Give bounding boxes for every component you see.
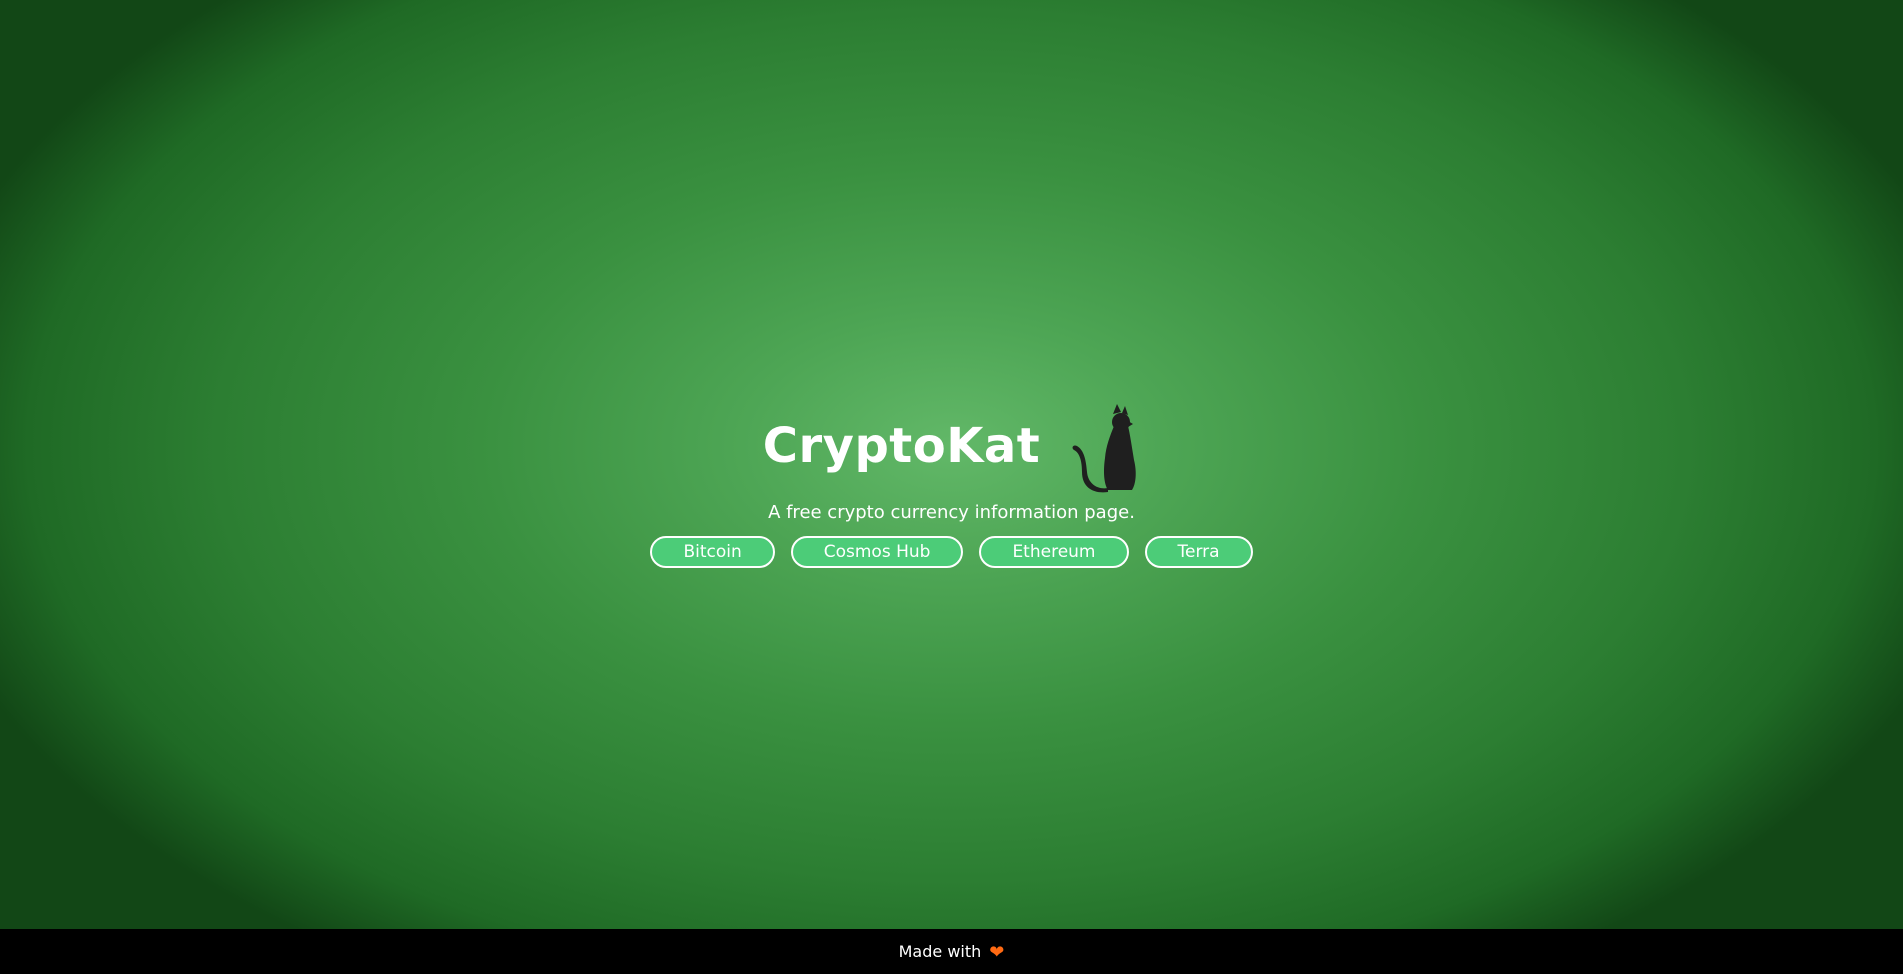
footer-text: Made with [898,942,982,961]
brand-header: CryptoKat [0,400,1903,496]
heart-icon: ❤ [989,941,1005,963]
footer: Made with ❤ [0,929,1903,974]
ethereum-button[interactable]: Ethereum [979,536,1129,568]
coin-nav: Bitcoin Cosmos Hub Ethereum Terra [0,536,1903,568]
site-title: CryptoKat [762,418,1041,474]
cat-silhouette-icon [1070,402,1140,494]
hero-section: CryptoKat A free crypto currency informa… [0,0,1903,929]
cosmos-hub-button[interactable]: Cosmos Hub [790,536,964,568]
page: CryptoKat A free crypto currency informa… [0,0,1903,974]
terra-button[interactable]: Terra [1144,536,1253,568]
bitcoin-button[interactable]: Bitcoin [650,536,775,568]
tagline: A free crypto currency information page. [768,502,1135,523]
